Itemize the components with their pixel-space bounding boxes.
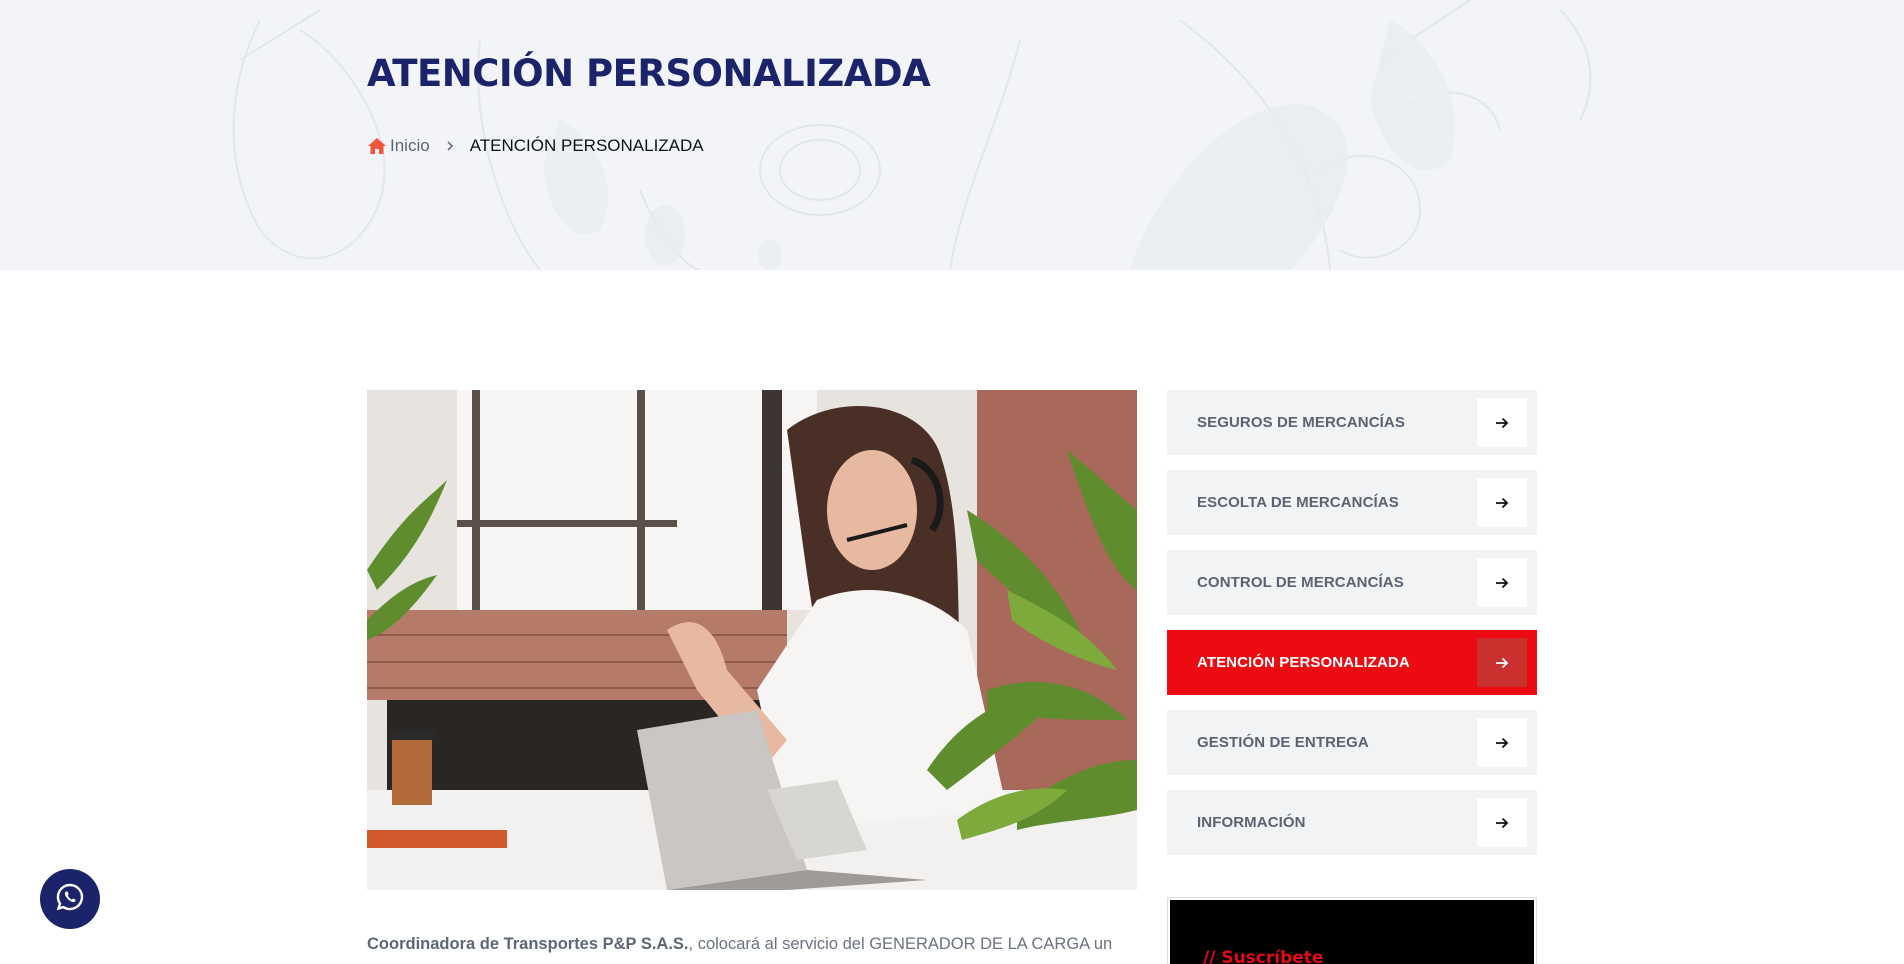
page-banner: ATENCIÓN PERSONALIZADA Inicio ATENCIÓN P… — [0, 0, 1904, 270]
sidebar-item-control[interactable]: CONTROL DE MERCANCÍAS — [1167, 550, 1537, 615]
sidebar-item-seguros[interactable]: SEGUROS DE MERCANCÍAS — [1167, 390, 1537, 455]
company-name: Coordinadora de Transportes P&P S.A.S. — [367, 935, 689, 953]
sidebar-item-label: SEGUROS DE MERCANCÍAS — [1197, 414, 1405, 431]
arrow-right-icon — [1477, 718, 1527, 767]
arrow-right-icon — [1477, 558, 1527, 607]
page-title: ATENCIÓN PERSONALIZADA — [367, 52, 931, 95]
promo-background: // Suscríbete — [1170, 900, 1534, 964]
subscribe-promo-banner[interactable]: // Suscríbete — [1167, 897, 1537, 964]
breadcrumb-current: ATENCIÓN PERSONALIZADA — [469, 136, 704, 155]
arrow-right-icon — [1477, 478, 1527, 527]
sidebar-item-label: ESCOLTA DE MERCANCÍAS — [1197, 494, 1399, 511]
whatsapp-button[interactable] — [40, 869, 100, 929]
breadcrumb-home-link[interactable]: Inicio — [390, 136, 430, 156]
promo-heading: // Suscríbete — [1203, 948, 1324, 964]
sidebar-item-escolta[interactable]: ESCOLTA DE MERCANCÍAS — [1167, 470, 1537, 535]
sidebar-item-atencion[interactable]: ATENCIÓN PERSONALIZADA — [1167, 630, 1537, 695]
banner-background-illustration — [232, 0, 1592, 270]
sidebar-item-label: INFORMACIÓN — [1197, 814, 1306, 831]
sidebar-item-label: ATENCIÓN PERSONALIZADA — [1197, 654, 1410, 671]
services-sidebar: SEGUROS DE MERCANCÍAS ESCOLTA DE MERCANC… — [1167, 390, 1537, 870]
arrow-right-icon — [1477, 398, 1527, 447]
chevron-right-icon — [444, 140, 456, 152]
arrow-right-icon — [1477, 638, 1527, 687]
breadcrumb: Inicio ATENCIÓN PERSONALIZADA — [367, 134, 704, 158]
arrow-right-icon — [1477, 798, 1527, 847]
sidebar-item-gestion[interactable]: GESTIÓN DE ENTREGA — [1167, 710, 1537, 775]
home-icon[interactable] — [367, 136, 387, 156]
sidebar-item-informacion[interactable]: INFORMACIÓN — [1167, 790, 1537, 855]
whatsapp-icon — [55, 882, 85, 917]
sidebar-item-label: GESTIÓN DE ENTREGA — [1197, 734, 1369, 751]
hero-image — [367, 390, 1137, 890]
intro-paragraph: Coordinadora de Transportes P&P S.A.S., … — [367, 932, 1137, 956]
intro-text: , colocará al servicio del GENERADOR DE … — [688, 935, 1113, 953]
sidebar-item-label: CONTROL DE MERCANCÍAS — [1197, 574, 1404, 591]
